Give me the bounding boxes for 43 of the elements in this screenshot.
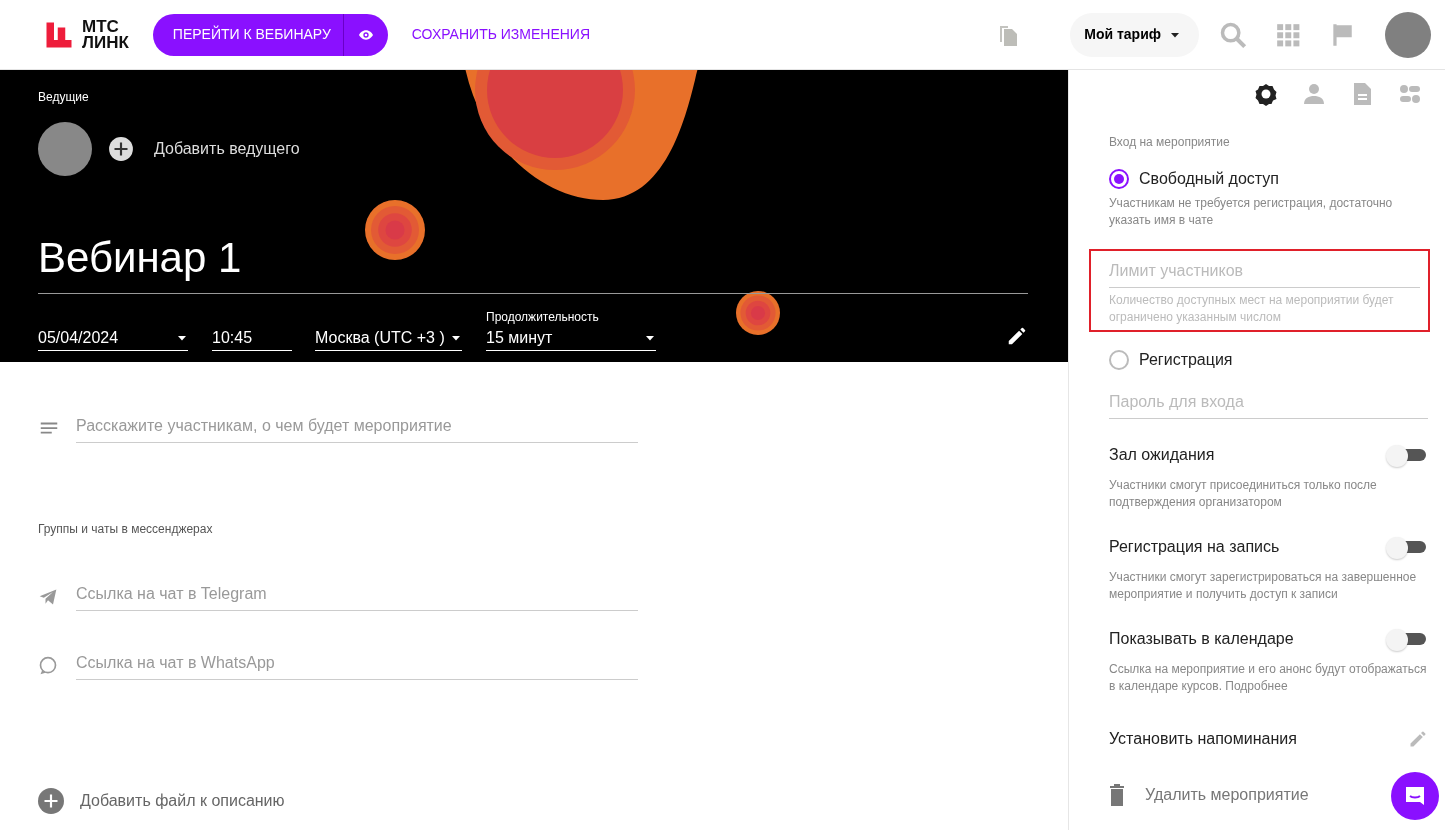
toggle-description: Ссылка на мероприятие и его анонс будут отображаться в календаре курсов. Подробнее [1109, 661, 1428, 695]
toggle-switch[interactable] [1386, 445, 1426, 465]
toggle-description: Участники смогут присоединиться только после подтверждения организатором [1109, 477, 1378, 511]
settings-icon[interactable] [1254, 82, 1278, 106]
radio-button[interactable] [1109, 169, 1129, 189]
toggles-icon[interactable] [1398, 82, 1422, 106]
plus-circle-icon[interactable] [108, 136, 134, 162]
pencil-icon[interactable] [1006, 325, 1028, 347]
radio-label[interactable]: Регистрация [1139, 348, 1233, 372]
user-avatar[interactable] [1385, 11, 1431, 58]
radio-label[interactable]: Свободный доступ [1139, 167, 1279, 191]
webinar-title-field[interactable]: Вебинар 1 [38, 226, 1028, 294]
logo-text: МТС ЛИНК [82, 18, 129, 51]
select-field[interactable]: 15 минут [486, 326, 656, 351]
go-to-webinar-button[interactable]: ПЕРЕЙТИ К ВЕБИНАРУ [152, 13, 388, 56]
add-file-link[interactable]: Добавить файл к описанию [80, 789, 285, 813]
field-description: Количество доступных мест на мероприятии будет ограничено указанным числом [1109, 292, 1395, 326]
toggle-description: Участники смогут зарегистрироваться на завершенное мероприятие и получить доступ к записи [1109, 569, 1418, 603]
input-field[interactable]: 10:45 [212, 326, 292, 351]
toggle-label: Регистрация на запись [1109, 537, 1280, 557]
toggle-switch[interactable] [1386, 537, 1426, 557]
duration-label: Продолжительность [486, 309, 600, 326]
select-field[interactable]: Москва (UTC +3 ) [315, 326, 462, 351]
delete-event-link[interactable]: Удалить мероприятие [1145, 783, 1309, 807]
tariff-dropdown[interactable]: Мой тариф [1070, 12, 1199, 57]
hosts-label: Ведущие [38, 89, 90, 106]
radio-button[interactable] [1109, 350, 1129, 370]
save-changes-link[interactable]: СОХРАНИТЬ ИЗМЕНЕНИЯ [411, 24, 590, 45]
select-field[interactable]: 05/04/2024 [38, 326, 188, 351]
host-avatar [38, 122, 92, 176]
decor-circle [365, 200, 425, 260]
chat-bubble-icon [38, 655, 58, 676]
add-host-link[interactable]: Добавить ведущего [154, 137, 300, 161]
decor-circle [736, 291, 780, 335]
reminders-label[interactable]: Установить напоминания [1109, 727, 1297, 751]
chat-icon [1403, 784, 1427, 808]
toggle-label: Зал ожидания [1109, 445, 1215, 465]
chat-button[interactable] [1391, 772, 1439, 820]
toggle-label: Показывать в календаре [1109, 629, 1294, 649]
option-description: Участникам не требуется регистрация, достаточно указать имя в чате [1109, 195, 1394, 229]
messengers-label: Группы и чаты в мессенджерах [38, 521, 214, 538]
section-label: Вход на мероприятие [1109, 134, 1231, 151]
toggle-switch[interactable] [1386, 629, 1426, 649]
